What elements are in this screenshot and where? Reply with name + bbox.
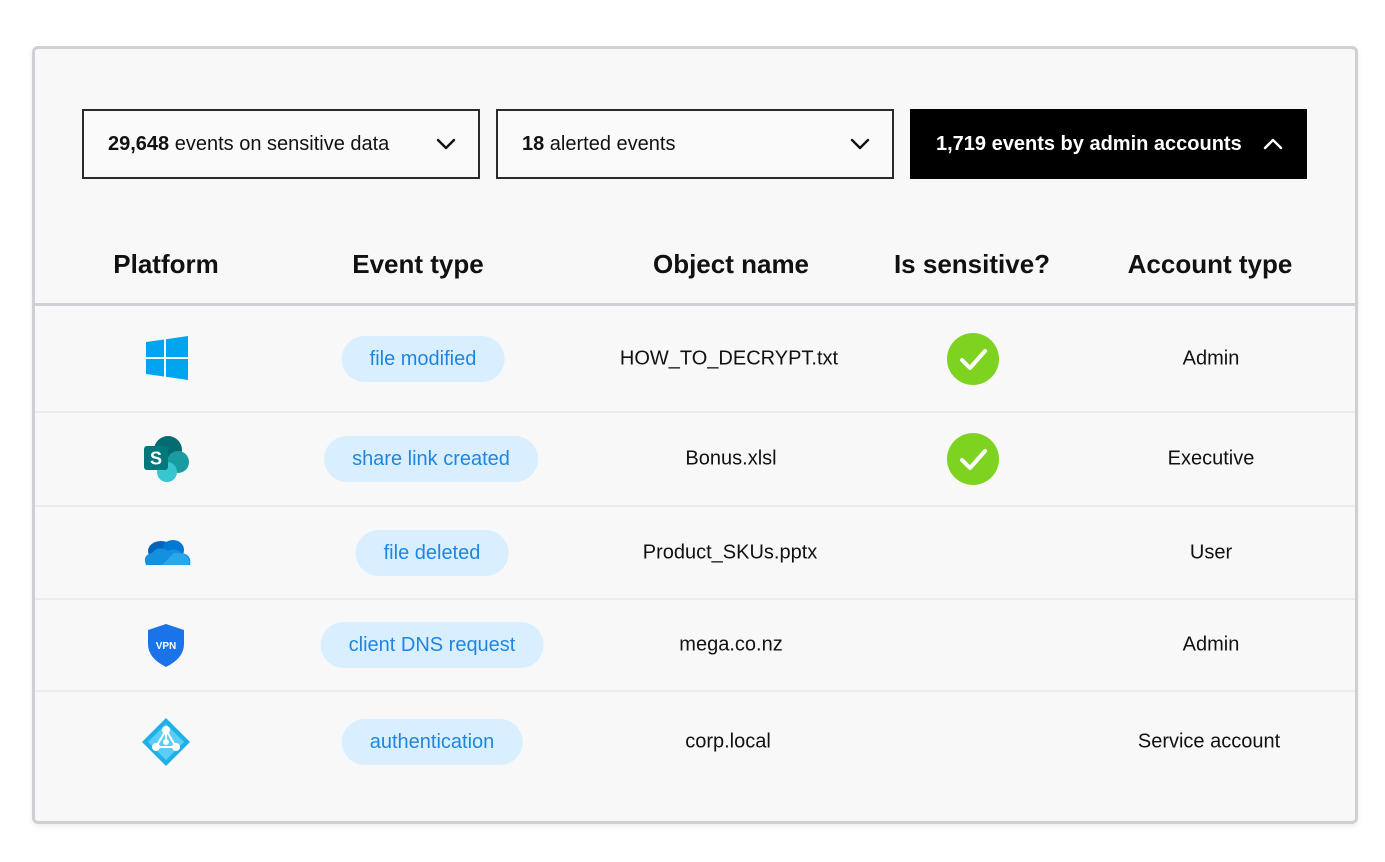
filter-label: events on sensitive data (169, 132, 390, 155)
object-name: mega.co.nz (679, 633, 783, 656)
table-row: file deleted Product_SKUs.pptx User (35, 507, 1355, 598)
onedrive-icon (144, 539, 191, 565)
vpn-text: VPN (156, 641, 177, 652)
column-header-event-type: Event type (352, 249, 484, 279)
chevron-down-icon (436, 138, 456, 150)
filter-label: alerted events (544, 132, 676, 155)
azure-ad-icon (142, 718, 190, 766)
object-name: Bonus.xlsl (685, 447, 777, 470)
chevron-up-icon (1263, 138, 1283, 150)
column-header-account-type: Account type (1127, 249, 1293, 279)
sharepoint-letter: S (150, 449, 162, 469)
column-header-platform: Platform (113, 249, 219, 279)
table-row: VPN client DNS request mega.co.nz Admin (35, 600, 1355, 690)
account-type: User (1189, 541, 1233, 563)
filter-admin-accounts[interactable]: 1,719 events by admin accounts (910, 109, 1307, 179)
table-row: file modified HOW_TO_DECRYPT.txt Admin (35, 306, 1355, 411)
vpn-icon: VPN (148, 624, 184, 667)
object-name: HOW_TO_DECRYPT.txt (619, 347, 839, 369)
chevron-down-icon (850, 138, 870, 150)
account-type: Admin (1182, 633, 1240, 656)
account-type: Admin (1182, 347, 1240, 369)
event-type-pill: file modified (341, 335, 505, 382)
event-type-pill: share link created (324, 436, 538, 482)
filter-alerted-events[interactable]: 18 alerted events (496, 109, 894, 179)
filter-sensitive-data[interactable]: 29,648 events on sensitive data (82, 109, 480, 179)
event-type-pill: authentication (341, 719, 523, 765)
account-type: Executive (1167, 447, 1255, 470)
events-panel: 29,648 events on sensitive data 18 alert… (32, 46, 1358, 824)
column-header-object-name: Object name (652, 249, 810, 279)
filter-count: 18 (522, 132, 545, 155)
check-icon (947, 332, 999, 385)
sharepoint-icon: S (144, 436, 189, 482)
column-header-is-sensitive: Is sensitive? (893, 249, 1051, 279)
windows-icon (146, 335, 188, 380)
event-type-pill: file deleted (355, 529, 509, 576)
table-row: authentication corp.local Service accoun… (35, 692, 1355, 792)
check-icon (947, 433, 999, 485)
account-type: Service account (1137, 730, 1281, 753)
object-name: corp.local (685, 730, 771, 753)
filter-count: 1,719 (936, 132, 987, 155)
object-name: Product_SKUs.pptx (642, 541, 818, 563)
table-row: S share link created Bonus.xlsl Executiv… (35, 413, 1355, 505)
filter-label: events by admin accounts (986, 132, 1242, 155)
filter-count: 29,648 (108, 132, 170, 155)
event-type-pill: client DNS request (320, 622, 544, 668)
